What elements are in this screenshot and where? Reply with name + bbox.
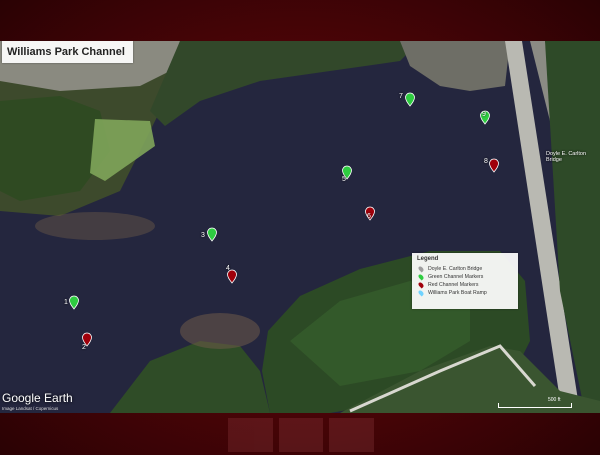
legend-item-label: Doyle E. Carlton Bridge bbox=[428, 266, 483, 272]
green-marker-icon[interactable] bbox=[66, 295, 82, 311]
legend-item: Green Channel Markers bbox=[417, 273, 513, 281]
pin-icon bbox=[417, 289, 425, 297]
green-marker-icon[interactable] bbox=[204, 227, 220, 243]
marker-label: 2 bbox=[82, 344, 86, 351]
pin-icon bbox=[417, 265, 425, 273]
pin-icon bbox=[417, 281, 425, 289]
scale-bar bbox=[498, 403, 572, 408]
marker-label: 3 bbox=[201, 232, 205, 239]
legend-item: Williams Park Boat Ramp bbox=[417, 289, 513, 297]
marker-label: 1 bbox=[64, 299, 68, 306]
google-earth-logo: Google Earth bbox=[2, 391, 73, 405]
imagery-credit: Image Landsat / Copernicus bbox=[2, 406, 59, 411]
map-view[interactable]: Williams Park Channel Doyle E. Carlton B… bbox=[0, 41, 600, 413]
page-frame: Williams Park Channel Doyle E. Carlton B… bbox=[0, 0, 600, 455]
scale-label: 500 ft bbox=[548, 397, 561, 403]
red-marker-icon[interactable] bbox=[486, 158, 502, 174]
marker-label: 4 bbox=[226, 265, 230, 272]
marker-label: 7 bbox=[399, 93, 403, 100]
bridge-label: Doyle E. Carlton Bridge bbox=[546, 151, 587, 163]
watermark-logo bbox=[228, 418, 375, 452]
marker-label: 6 bbox=[367, 213, 371, 220]
marker-label: 5 bbox=[342, 176, 346, 183]
marker-label: 8 bbox=[484, 158, 488, 165]
marker-label: 9 bbox=[482, 111, 486, 118]
green-marker-icon[interactable] bbox=[402, 92, 418, 108]
legend-item-label: Red Channel Markers bbox=[428, 282, 479, 288]
map-legend: Legend Doyle E. Carlton Bridge Green Cha… bbox=[412, 253, 518, 309]
legend-title: Legend bbox=[417, 256, 439, 262]
legend-item: Red Channel Markers bbox=[417, 281, 513, 289]
legend-item-label: Green Channel Markers bbox=[428, 274, 484, 280]
legend-item: Doyle E. Carlton Bridge bbox=[417, 265, 513, 273]
satellite-imagery bbox=[0, 41, 600, 413]
legend-item-label: Williams Park Boat Ramp bbox=[428, 290, 487, 296]
map-title: Williams Park Channel bbox=[2, 41, 133, 63]
pin-icon bbox=[417, 273, 425, 281]
